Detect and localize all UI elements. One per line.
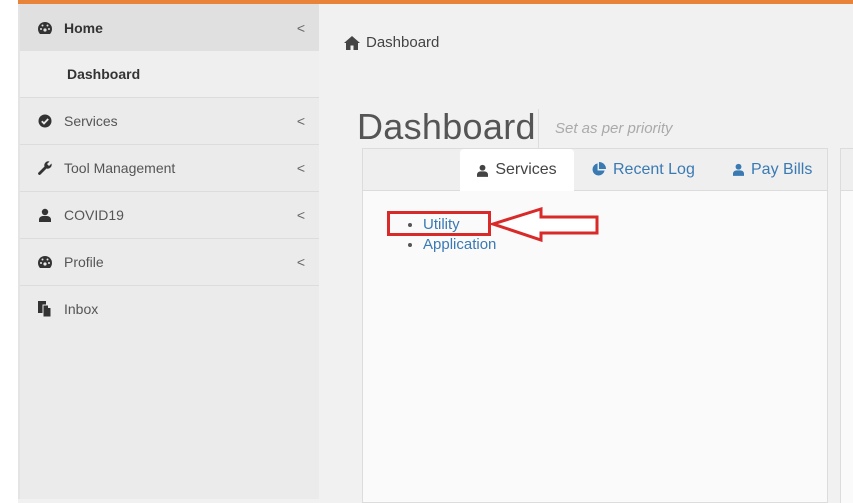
sidebar: Home < Dashboard Services < Tool Managem…	[18, 4, 319, 499]
dashboard-gauge-icon	[37, 20, 53, 36]
tab-label: Recent Log	[613, 160, 695, 178]
tab-label: Pay Bills	[751, 160, 813, 178]
home-icon	[344, 35, 360, 50]
tab-pay-bills[interactable]: Pay Bills	[733, 149, 812, 190]
chevron-left-icon: <	[296, 160, 305, 176]
dashboard-gauge-icon	[37, 254, 53, 270]
tab-bar: Services Recent Log Pay Bills	[363, 149, 827, 191]
check-circle-icon	[37, 113, 53, 129]
title-divider	[538, 109, 539, 151]
chevron-left-icon: <	[296, 113, 305, 129]
sidebar-item-tool-management[interactable]: Tool Management <	[20, 145, 319, 192]
files-icon	[37, 301, 53, 317]
sidebar-item-label: COVID19	[64, 207, 124, 223]
chevron-left-icon: <	[296, 19, 305, 36]
tab-panel: Services Recent Log Pay Bills Utility Ap…	[362, 148, 828, 503]
sidebar-item-covid19[interactable]: COVID19 <	[20, 192, 319, 239]
annotation-arrow-icon	[490, 207, 599, 243]
wrench-icon	[37, 160, 53, 176]
sidebar-item-label: Dashboard	[67, 66, 141, 82]
sidebar-item-label: Tool Management	[64, 160, 176, 176]
pie-chart-icon	[592, 162, 606, 176]
tab-label: Services	[495, 161, 557, 178]
breadcrumb: Dashboard	[344, 34, 439, 51]
annotation-highlight-box	[387, 211, 491, 236]
left-margin	[0, 0, 18, 503]
sidebar-item-label: Home	[64, 19, 103, 36]
sidebar-item-services[interactable]: Services <	[20, 98, 319, 145]
page-subtitle: Set as per priority	[555, 120, 673, 137]
sidebar-item-dashboard[interactable]: Dashboard	[20, 51, 319, 98]
user-icon	[37, 207, 53, 223]
tab-recent-log[interactable]: Recent Log	[591, 149, 695, 190]
breadcrumb-item[interactable]: Dashboard	[366, 34, 439, 51]
user-icon	[733, 163, 744, 176]
sidebar-item-home[interactable]: Home <	[20, 4, 319, 51]
sidebar-item-label: Profile	[64, 254, 104, 270]
chevron-left-icon: <	[296, 254, 305, 270]
page-title: Dashboard	[357, 106, 536, 147]
list-item: Application	[423, 235, 496, 255]
user-icon	[477, 164, 489, 177]
sidebar-item-label: Services	[64, 113, 118, 129]
sidebar-item-label: Inbox	[64, 301, 99, 317]
tab-services[interactable]: Services	[460, 149, 574, 191]
application-link[interactable]: Application	[423, 236, 496, 253]
sidebar-item-profile[interactable]: Profile <	[20, 239, 319, 286]
right-panel-edge	[840, 148, 853, 503]
chevron-left-icon: <	[296, 207, 305, 223]
sidebar-item-inbox[interactable]: Inbox	[20, 286, 319, 332]
